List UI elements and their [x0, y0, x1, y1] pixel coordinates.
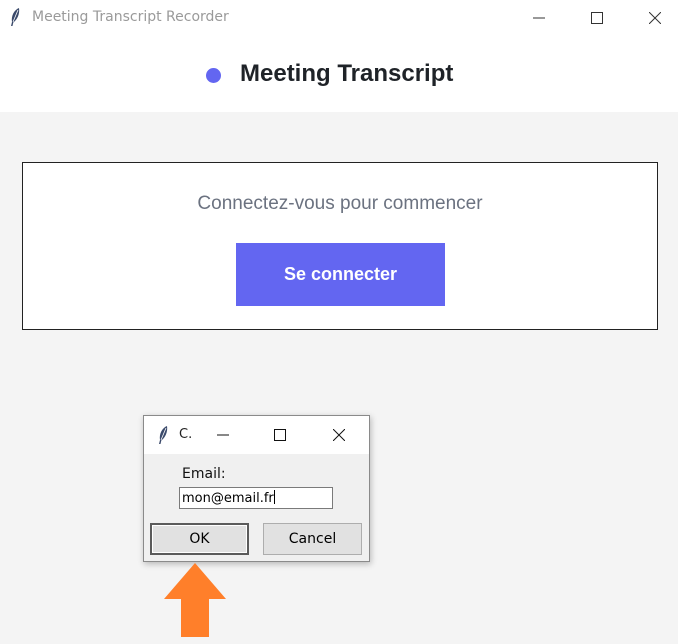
- dialog-title: C.: [179, 427, 193, 442]
- login-prompt: Connectez-vous pour commencer: [197, 193, 483, 214]
- minimize-icon: [533, 17, 545, 19]
- minimize-icon: [217, 434, 229, 436]
- dialog-maximize-button[interactable]: [260, 416, 300, 454]
- login-button[interactable]: Se connecter: [236, 243, 445, 306]
- feather-icon: [11, 8, 20, 26]
- close-icon: [649, 12, 661, 24]
- main-window: Meeting Transcript Recorder Meeting Tran…: [0, 0, 678, 644]
- maximize-icon: [591, 12, 603, 24]
- email-label: Email:: [182, 466, 226, 482]
- app-header: Meeting Transcript: [0, 36, 678, 112]
- feather-icon: [159, 426, 168, 444]
- maximize-button[interactable]: [574, 0, 620, 36]
- close-icon: [333, 429, 345, 441]
- window-title: Meeting Transcript Recorder: [32, 9, 229, 25]
- login-card: Connectez-vous pour commencer Se connect…: [22, 162, 658, 330]
- minimize-button[interactable]: [516, 0, 562, 36]
- dialog-minimize-button[interactable]: [203, 416, 243, 454]
- cancel-button[interactable]: Cancel: [263, 523, 362, 555]
- up-arrow-icon: [164, 563, 226, 637]
- dialog-titlebar: C.: [144, 416, 369, 454]
- page-title: Meeting Transcript: [240, 60, 454, 87]
- text-caret: [273, 490, 275, 504]
- ok-button[interactable]: OK: [150, 523, 249, 555]
- window-titlebar: Meeting Transcript Recorder: [0, 0, 678, 36]
- close-button[interactable]: [632, 0, 678, 36]
- email-field[interactable]: mon@email.fr: [179, 487, 333, 509]
- email-dialog: C. Email: mon@email.fr OK Cancel: [143, 415, 370, 562]
- status-dot-icon: [206, 68, 221, 83]
- email-value: mon@email.fr: [182, 491, 274, 506]
- maximize-icon: [274, 429, 286, 441]
- dialog-close-button[interactable]: [319, 416, 359, 454]
